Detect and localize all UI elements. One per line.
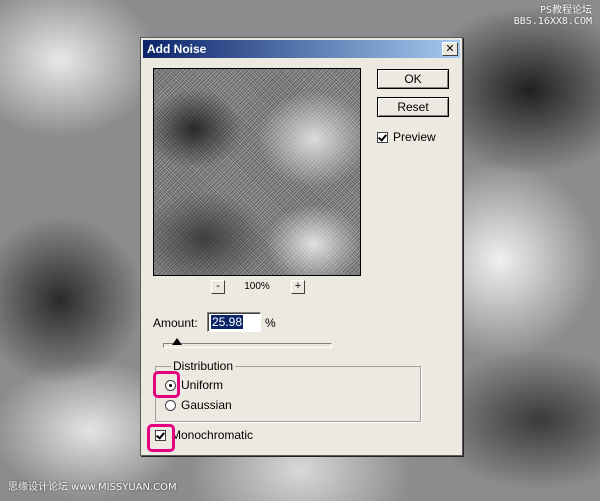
gaussian-label[interactable]: Gaussian bbox=[181, 398, 232, 412]
preview-label[interactable]: Preview bbox=[393, 130, 436, 144]
watermark-top: PS教程论坛 BBS.16XX8.COM bbox=[514, 5, 592, 27]
amount-unit: % bbox=[265, 316, 276, 330]
zoom-out-button[interactable]: - bbox=[211, 280, 225, 294]
uniform-label[interactable]: Uniform bbox=[181, 378, 223, 392]
amount-value: 25.98 bbox=[211, 315, 244, 329]
distribution-group bbox=[155, 366, 421, 422]
watermark-top-line1: PS教程论坛 bbox=[539, 5, 592, 16]
amount-label: Amount: bbox=[153, 316, 198, 330]
uniform-highlight-marker bbox=[153, 371, 180, 398]
close-icon[interactable]: ✕ bbox=[442, 42, 458, 56]
amount-slider-track[interactable] bbox=[163, 343, 332, 348]
dialog-titlebar[interactable]: Add Noise ✕ bbox=[143, 40, 460, 58]
zoom-in-button[interactable]: + bbox=[291, 280, 305, 294]
amount-input[interactable]: 25.98 bbox=[207, 312, 261, 332]
minus-icon: - bbox=[216, 280, 220, 292]
reset-button[interactable]: Reset bbox=[377, 97, 449, 117]
dialog-title: Add Noise bbox=[147, 42, 207, 56]
zoom-level: 100% bbox=[244, 281, 270, 292]
ok-button[interactable]: OK bbox=[377, 69, 449, 89]
plus-icon: + bbox=[294, 280, 302, 292]
monochromatic-highlight-marker bbox=[147, 424, 175, 452]
watermark-bottom: 思缘设计论坛 www.MISSYUAN.COM bbox=[8, 482, 177, 493]
amount-slider-thumb[interactable] bbox=[171, 338, 182, 345]
filter-preview[interactable] bbox=[153, 68, 361, 276]
preview-checkbox[interactable] bbox=[377, 132, 388, 143]
monochromatic-label[interactable]: Monochromatic bbox=[171, 428, 253, 442]
distribution-label: Distribution bbox=[171, 359, 236, 373]
add-noise-dialog: Add Noise ✕ - 100% + OK Reset Preview Am… bbox=[140, 37, 463, 456]
watermark-top-line2: BBS.16XX8.COM bbox=[513, 16, 592, 27]
gaussian-radio[interactable] bbox=[165, 400, 176, 411]
